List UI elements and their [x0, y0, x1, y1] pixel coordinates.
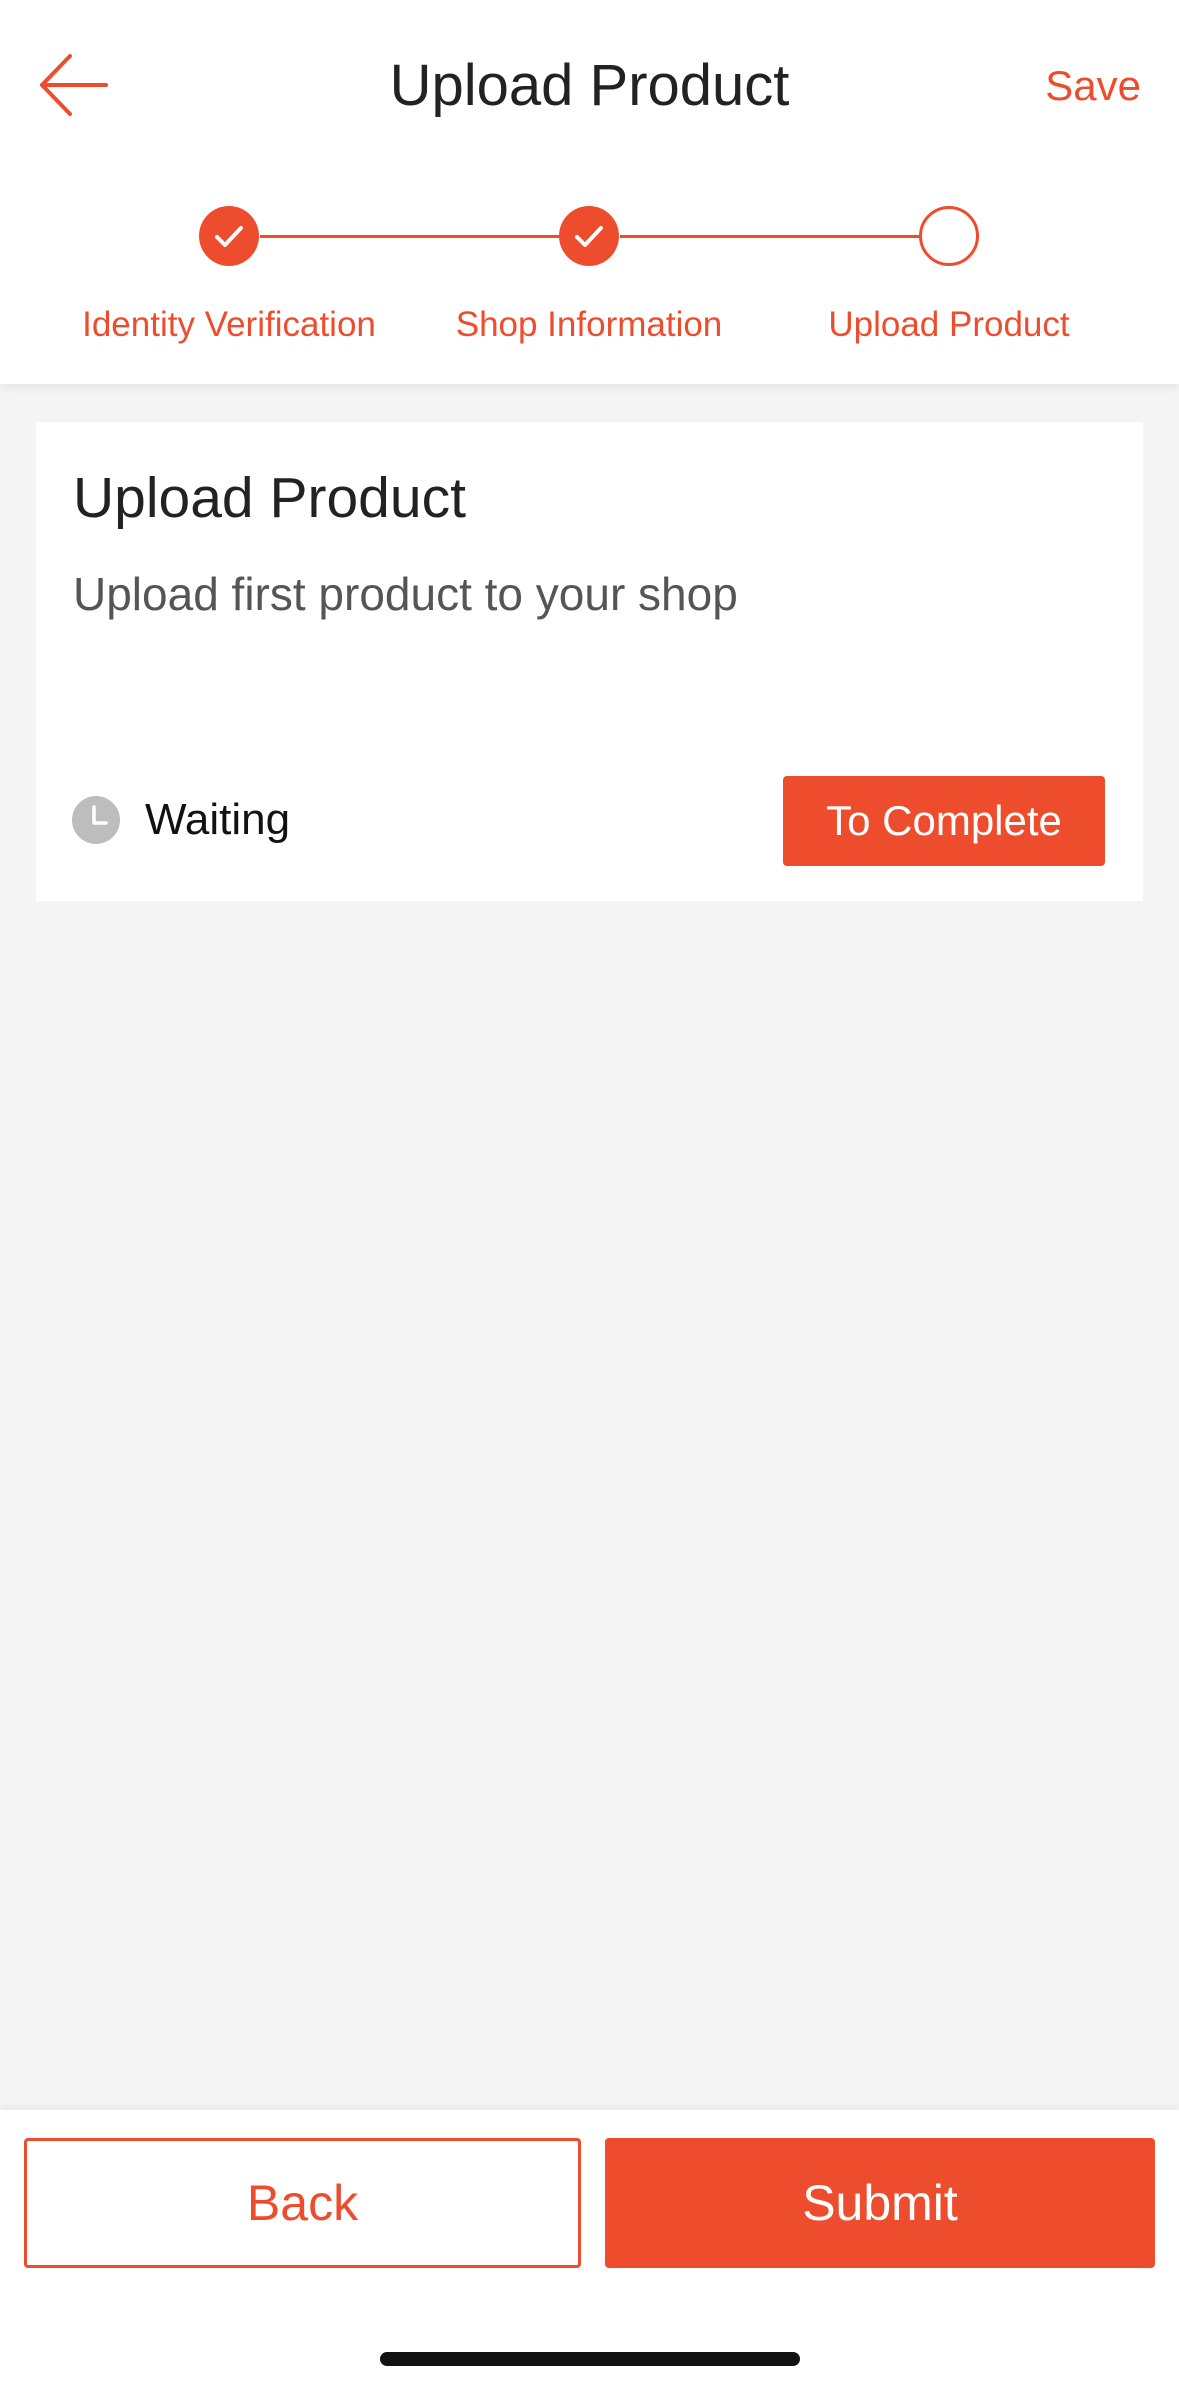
step-label-shop-information: Shop Information — [455, 305, 723, 344]
progress-stepper: Identity Verification Shop Information U… — [0, 200, 1179, 350]
upload-product-card: Upload Product Upload first product to y… — [36, 422, 1143, 901]
back-button[interactable]: Back — [24, 2138, 581, 2268]
to-complete-button[interactable]: To Complete — [783, 776, 1105, 866]
step-label-identity-verification: Identity Verification — [82, 305, 376, 344]
status-text: Waiting — [145, 795, 291, 844]
home-indicator[interactable] — [380, 2352, 800, 2366]
step-connector — [620, 235, 920, 238]
card-title: Upload Product — [73, 466, 466, 530]
clock-icon — [72, 796, 120, 844]
step-connector — [260, 235, 560, 238]
card-description: Upload first product to your shop — [73, 568, 738, 620]
step-3-circle-icon — [919, 206, 979, 266]
step-1-check-icon — [199, 206, 259, 266]
page-title: Upload Product — [389, 53, 790, 118]
bottom-action-bar: Back Submit — [0, 2110, 1179, 2396]
save-button[interactable]: Save — [1045, 58, 1141, 114]
step-label-upload-product: Upload Product — [828, 305, 1070, 344]
top-bar: Upload Product Save Identity Verificatio… — [0, 0, 1179, 384]
step-2-check-icon — [559, 206, 619, 266]
submit-button[interactable]: Submit — [605, 2138, 1155, 2268]
